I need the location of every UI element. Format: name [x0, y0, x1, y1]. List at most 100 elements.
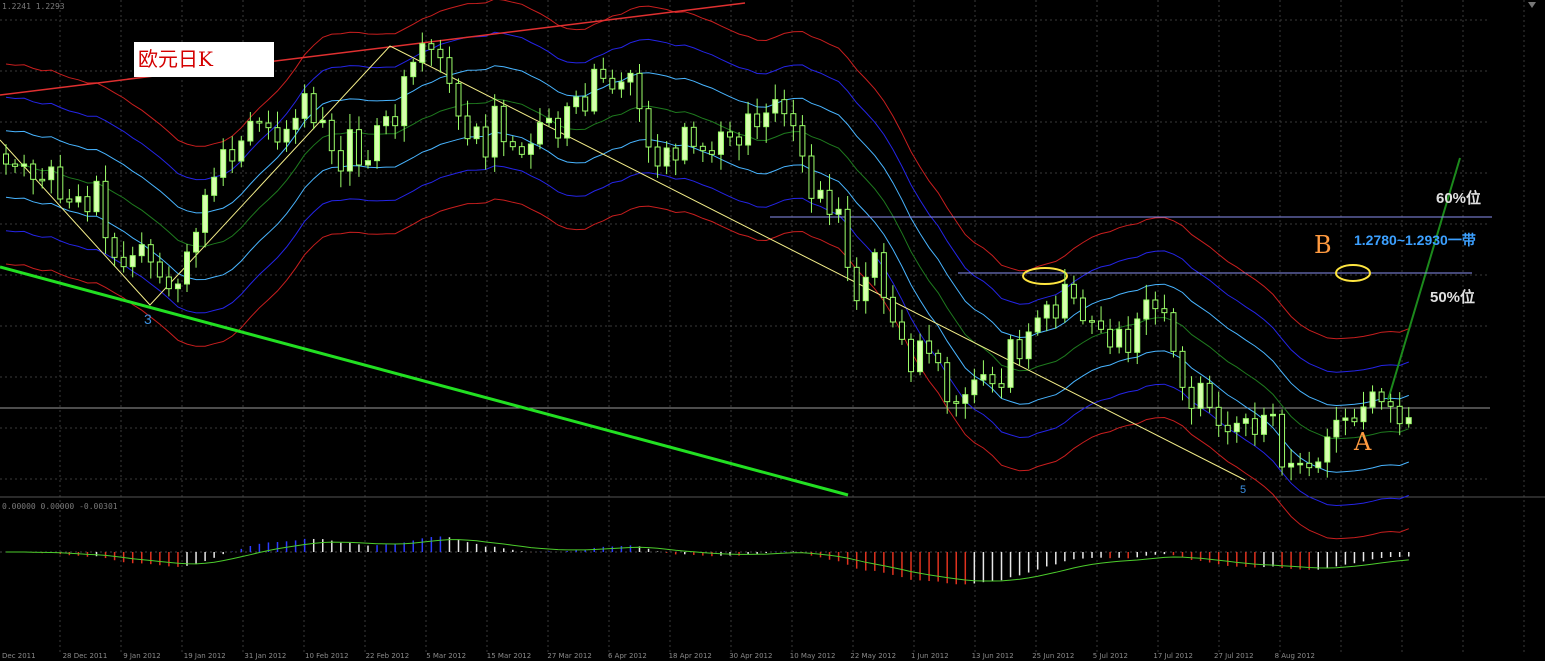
candle-body	[1061, 283, 1068, 319]
candle-body	[989, 374, 996, 385]
x-axis-date: 6 Apr 2012	[608, 652, 647, 660]
candle-body	[790, 113, 797, 127]
x-axis-date: 13 Jun 2012	[971, 652, 1014, 660]
candle-body	[392, 116, 399, 127]
candle-body	[1016, 339, 1023, 360]
candle-body	[1152, 299, 1159, 310]
band-mid-upper	[5, 31, 1409, 373]
macd-header-values: 0.00000 0.00000 -0.00301	[2, 502, 118, 511]
x-axis-date: 19 Jan 2012	[183, 652, 226, 660]
candle-body	[1170, 312, 1177, 352]
candle-body	[138, 244, 145, 257]
level-60-label: 60%位	[1436, 190, 1482, 207]
x-axis-date: 18 Apr 2012	[668, 652, 712, 660]
macd-panel	[6, 536, 1410, 585]
x-axis-date: 27 Mar 2012	[547, 652, 592, 660]
candle-body	[772, 99, 779, 114]
x-axis-date: 22 May 2012	[850, 652, 897, 660]
zone-label: 1.2780~1.2930一带	[1354, 232, 1476, 248]
candle-body	[1215, 406, 1222, 426]
candle-body	[944, 362, 951, 403]
candle-body	[1143, 299, 1150, 320]
candle-body	[627, 72, 634, 83]
candle-body	[193, 231, 200, 253]
candle-body	[826, 189, 833, 215]
candle-body	[998, 383, 1005, 388]
candle-body	[301, 93, 308, 119]
x-axis-date: 8 Aug 2012	[1274, 652, 1315, 660]
candle-body	[1098, 320, 1105, 330]
candle-body	[93, 180, 100, 213]
candle-body	[48, 166, 55, 181]
candle-body	[745, 113, 752, 146]
chart-collapse-icon[interactable]	[1528, 2, 1536, 8]
candle-body	[310, 93, 317, 124]
candle-body	[1333, 419, 1340, 438]
candle-body	[1070, 283, 1077, 299]
candle-body	[1179, 350, 1186, 388]
candle-body	[817, 189, 824, 199]
x-axis-date: 15 Mar 2012	[486, 652, 532, 660]
candle-body	[880, 252, 887, 298]
wave-b-label: B	[1314, 231, 1332, 259]
wave-5-label: 5	[1240, 484, 1247, 496]
candle-body	[256, 120, 263, 124]
candle-body	[663, 147, 670, 167]
candle-body	[754, 113, 761, 128]
candle-body	[1360, 406, 1367, 423]
candle-body	[1034, 317, 1041, 333]
candle-body	[1351, 417, 1358, 423]
price-chart	[0, 0, 1545, 655]
candle-body	[247, 120, 254, 142]
candle-body	[165, 276, 172, 290]
x-axis-date: 5 Jul 2012	[1092, 652, 1128, 660]
candle-body	[383, 116, 390, 127]
candle-body	[500, 105, 507, 143]
candle-body	[853, 266, 860, 302]
candle-body	[292, 117, 299, 130]
candle-body	[355, 129, 362, 166]
candle-body	[473, 126, 480, 140]
candle-body	[1025, 331, 1032, 360]
x-axis-date: 30 Apr 2012	[729, 652, 773, 660]
candle-body	[1324, 436, 1331, 463]
candle-body	[30, 163, 37, 180]
candle-body	[446, 57, 453, 84]
candle-body	[953, 401, 960, 404]
candle-body	[690, 126, 697, 147]
candle-body	[464, 115, 471, 140]
candle-body	[365, 160, 371, 166]
candle-body	[908, 338, 914, 373]
candle-body	[1396, 405, 1403, 425]
candle-body	[727, 131, 733, 138]
candle-body	[1107, 328, 1114, 348]
candle-body	[1405, 417, 1412, 425]
candle-body	[980, 374, 987, 381]
candle-body	[437, 48, 444, 59]
candle-body	[564, 106, 571, 139]
candle-body	[1242, 418, 1249, 424]
candle-body	[935, 352, 942, 364]
candle-body	[184, 251, 190, 285]
candle-body	[1279, 413, 1286, 468]
candle-body	[871, 252, 878, 278]
candle-body	[699, 145, 706, 152]
candle-body	[573, 96, 580, 108]
x-axis-date: 10 May 2012	[789, 652, 836, 660]
highlight-ellipse-left	[1022, 267, 1068, 285]
candle-body	[220, 149, 227, 178]
candle-body	[1116, 328, 1123, 348]
candle-body	[211, 176, 218, 196]
x-axis-date: 9 Jan 2012	[123, 652, 161, 660]
candle-body	[962, 394, 969, 404]
candle-body	[1043, 304, 1050, 319]
candle-body	[808, 155, 815, 199]
candle-body	[174, 283, 181, 290]
candle-body	[147, 244, 154, 263]
candle-body	[84, 196, 91, 213]
candle-body	[799, 125, 806, 157]
candle-body	[1052, 304, 1059, 319]
candle-body	[736, 136, 743, 146]
candle-body	[1206, 382, 1213, 408]
candle-body	[111, 237, 118, 258]
